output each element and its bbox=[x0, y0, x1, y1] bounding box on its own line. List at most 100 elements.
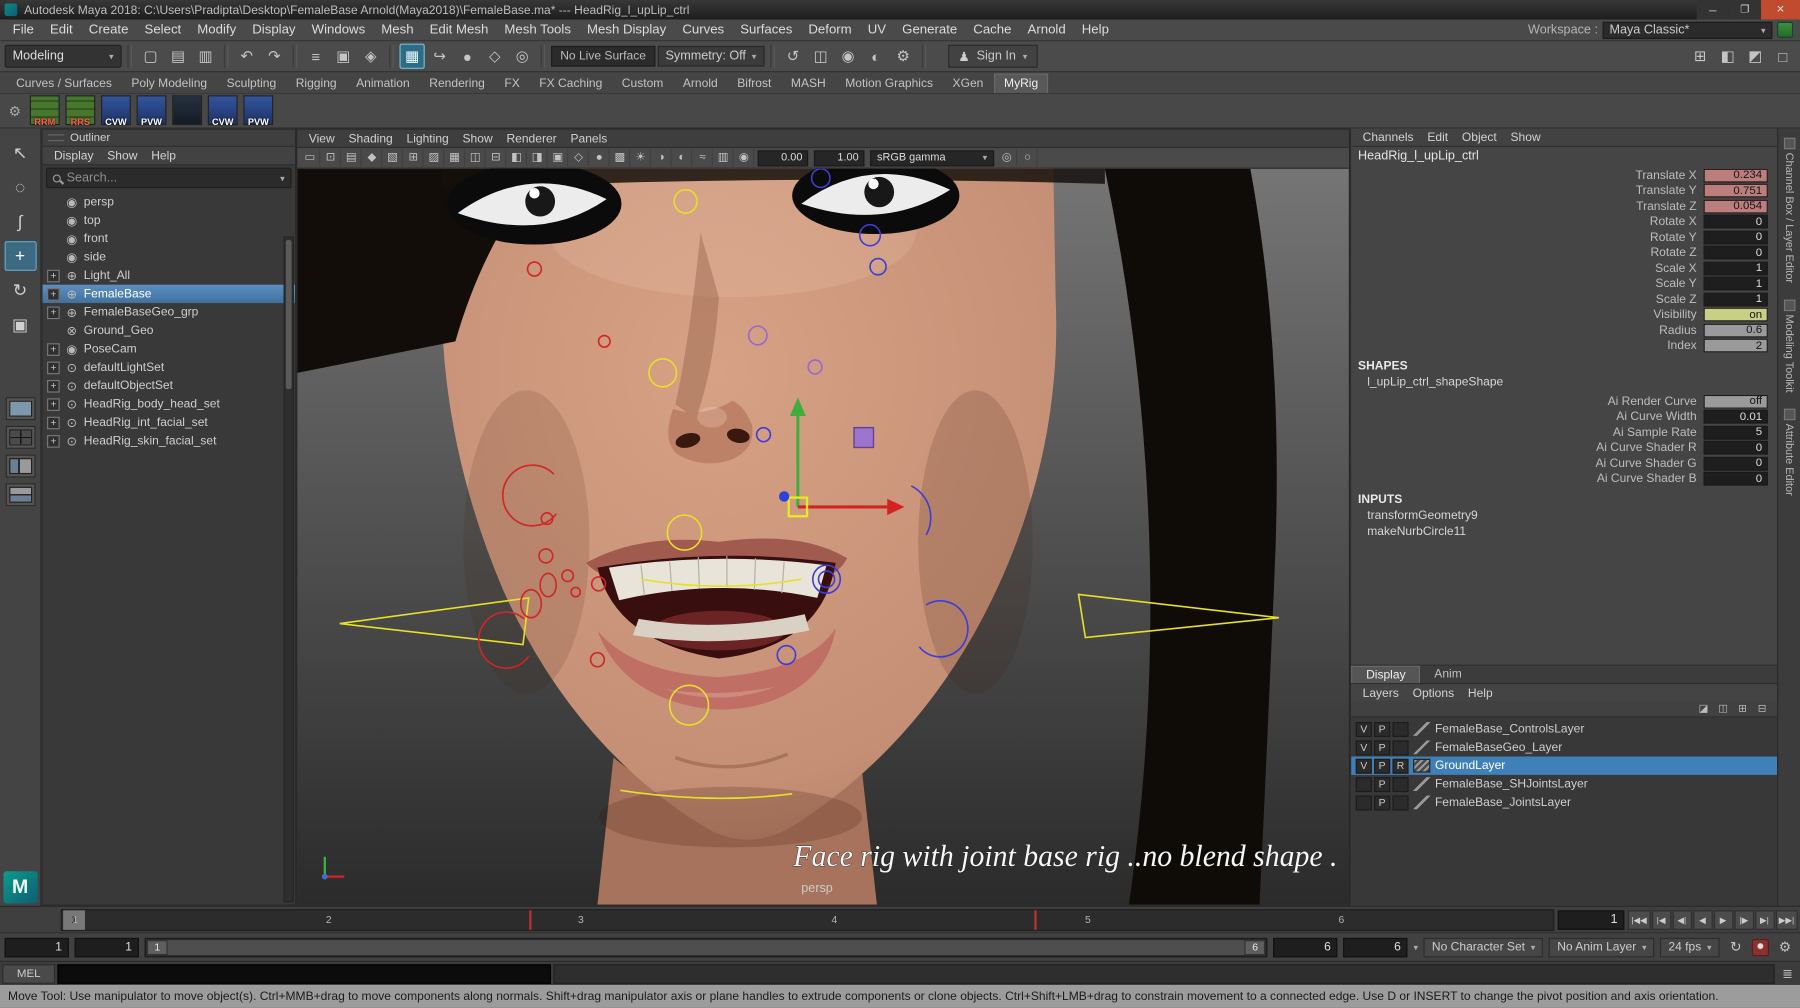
channel-box-menu-item[interactable]: Channels bbox=[1356, 130, 1421, 144]
playback-options-caret[interactable]: ▾ bbox=[1414, 942, 1419, 952]
bookmarks-icon[interactable]: ◆ bbox=[363, 149, 383, 167]
outliner-search-field[interactable]: Search... ▾ bbox=[45, 167, 292, 189]
channel-value-field[interactable]: 1 bbox=[1703, 276, 1768, 291]
auto-keyframe-icon[interactable] bbox=[1751, 938, 1770, 956]
side-panel-tab[interactable]: Attribute Editor bbox=[1783, 408, 1795, 495]
snap-to-point-icon[interactable]: ● bbox=[455, 44, 480, 69]
construction-history-icon[interactable]: ↺ bbox=[780, 44, 805, 69]
side-panel-tab[interactable]: Modeling Toolkit bbox=[1783, 299, 1795, 392]
open-render-view-icon[interactable]: ◫ bbox=[808, 44, 833, 69]
expand-icon[interactable]: + bbox=[47, 434, 60, 448]
film-gate-icon[interactable]: ◫ bbox=[466, 149, 486, 167]
expand-icon[interactable] bbox=[47, 214, 60, 227]
undo-icon[interactable]: ↶ bbox=[234, 44, 259, 69]
lock-camera-icon[interactable]: ⊡ bbox=[321, 149, 341, 167]
shelf-item-rrm[interactable]: RRM bbox=[29, 94, 61, 127]
shelf-item-pvw-1[interactable]: PVW bbox=[135, 94, 167, 127]
go-to-start-button[interactable]: |◀◀ bbox=[1627, 909, 1651, 930]
layer-playback-toggle[interactable]: P bbox=[1374, 776, 1391, 792]
toggle-viewcube-icon[interactable]: ◩ bbox=[1743, 44, 1768, 69]
step-forward-frame-button[interactable]: ▶| bbox=[1754, 909, 1775, 930]
outliner-item[interactable]: + ⊕ Light_All bbox=[42, 266, 295, 284]
channel-value-field[interactable]: 0 bbox=[1703, 214, 1768, 229]
grid-icon[interactable]: ▦ bbox=[445, 149, 465, 167]
menu-item[interactable]: Arnold bbox=[1019, 19, 1073, 41]
layer-editor-menu-item[interactable]: Layers bbox=[1356, 686, 1406, 700]
snap-to-grid-icon[interactable]: ▦ bbox=[399, 43, 425, 69]
layer-move-icon[interactable]: ◪ bbox=[1696, 702, 1712, 716]
safe-action-icon[interactable]: ◨ bbox=[528, 149, 548, 167]
shape-node-name[interactable]: l_upLip_ctrl_shapeShape bbox=[1351, 374, 1777, 390]
shelf-item-cvw-2[interactable]: CVW bbox=[207, 94, 239, 127]
shelf-tab[interactable]: Arnold bbox=[674, 75, 727, 93]
channel-value-field[interactable]: 0.6 bbox=[1703, 323, 1768, 338]
gamma-field[interactable]: 1.00 bbox=[813, 149, 865, 166]
layer-color-chip[interactable] bbox=[1413, 740, 1431, 755]
layer-row[interactable]: V P R GroundLayer bbox=[1351, 756, 1778, 775]
wireframe-icon[interactable]: ◇ bbox=[569, 149, 589, 167]
lasso-select-tool[interactable]: ◌ bbox=[4, 172, 36, 202]
outliner-item[interactable]: + ⊙ HeadRig_int_facial_set bbox=[42, 413, 295, 431]
layer-color-chip[interactable] bbox=[1413, 758, 1431, 773]
shelf-item-rrs[interactable]: RRS bbox=[64, 94, 96, 127]
expand-icon[interactable]: + bbox=[47, 416, 60, 429]
menu-item[interactable]: Cache bbox=[965, 19, 1019, 41]
layer-editor-tab[interactable]: Anim bbox=[1421, 666, 1476, 683]
safe-title-icon[interactable]: ▣ bbox=[549, 149, 569, 167]
scale-tool[interactable]: ▣ bbox=[4, 310, 36, 340]
shelf-tab[interactable]: FX bbox=[495, 75, 529, 93]
keyframe-tick[interactable] bbox=[528, 909, 532, 930]
motion-blur-icon[interactable]: ≈ bbox=[693, 149, 713, 167]
expand-icon[interactable]: + bbox=[47, 342, 60, 356]
layer-display-type-toggle[interactable]: R bbox=[1392, 758, 1409, 774]
channel-value-field[interactable]: 0 bbox=[1703, 230, 1768, 245]
menu-item[interactable]: Curves bbox=[674, 19, 732, 41]
channel-value-field[interactable]: 0 bbox=[1703, 472, 1768, 486]
expand-icon[interactable]: + bbox=[47, 269, 60, 282]
animation-end-field[interactable]: 6 bbox=[1343, 937, 1408, 957]
viewport-menu-item[interactable]: View bbox=[302, 131, 342, 145]
expand-icon[interactable]: + bbox=[47, 361, 60, 374]
menu-item[interactable]: Help bbox=[1074, 19, 1117, 41]
channel-value-field[interactable]: 0.01 bbox=[1703, 410, 1768, 424]
shelf-tab[interactable]: Sculpting bbox=[217, 75, 285, 93]
outliner-item[interactable]: ◉ side bbox=[42, 248, 295, 266]
toggle-grid-icon[interactable]: ⊞ bbox=[1687, 44, 1712, 69]
2d-pan-zoom-icon[interactable]: ⊞ bbox=[404, 149, 424, 167]
menu-item[interactable]: File bbox=[5, 19, 42, 41]
layer-editor-tab[interactable]: Display bbox=[1351, 665, 1421, 684]
purple-control-square[interactable] bbox=[853, 426, 875, 449]
viewport-3d-scene[interactable]: Face rig with joint base rig ..no blend … bbox=[297, 168, 1349, 905]
select-by-hierarchy-icon[interactable]: ≡ bbox=[303, 44, 328, 69]
redo-icon[interactable]: ↷ bbox=[262, 44, 287, 69]
outliner-item[interactable]: ◉ front bbox=[42, 230, 295, 248]
shelf-tab[interactable]: Animation bbox=[347, 75, 419, 93]
oversampling-icon[interactable]: ▨ bbox=[425, 149, 445, 167]
side-panel-tab[interactable]: Channel Box / Layer Editor bbox=[1783, 137, 1795, 283]
toggle-panel-layout-icon[interactable]: ◧ bbox=[1715, 44, 1740, 69]
range-end-handle[interactable]: 6 bbox=[1244, 939, 1266, 955]
step-forward-key-button[interactable]: |▶ bbox=[1734, 909, 1754, 930]
screen-space-ao-icon[interactable]: ◐ bbox=[673, 149, 693, 167]
shelf-tab[interactable]: Motion Graphics bbox=[836, 75, 942, 93]
viewport-menu-item[interactable]: Shading bbox=[342, 131, 400, 145]
step-back-frame-button[interactable]: |◀ bbox=[1651, 909, 1671, 930]
play-backwards-button[interactable]: ◀ bbox=[1692, 909, 1713, 930]
live-surface-field[interactable]: No Live Surface bbox=[551, 45, 656, 67]
layout-single-pane-button[interactable] bbox=[5, 397, 36, 421]
separator[interactable] bbox=[540, 44, 546, 68]
channel-value-field[interactable]: 1 bbox=[1703, 261, 1768, 276]
move-tool[interactable]: + bbox=[4, 241, 37, 271]
textured-icon[interactable]: ▩ bbox=[611, 149, 631, 167]
layer-display-type-toggle[interactable] bbox=[1392, 794, 1409, 810]
channel-box-menu-item[interactable]: Edit bbox=[1420, 130, 1455, 144]
outliner-title-bar[interactable]: Outliner bbox=[42, 129, 296, 147]
command-line-input[interactable] bbox=[57, 963, 552, 984]
minimize-button[interactable]: ─ bbox=[1696, 0, 1729, 20]
layer-row[interactable]: P FemaleBase_SHJointsLayer bbox=[1351, 775, 1777, 793]
input-node[interactable]: makeNurbCircle11 bbox=[1351, 523, 1777, 539]
use-all-lights-icon[interactable]: ☀ bbox=[631, 149, 651, 167]
gate-mask-icon[interactable]: ◧ bbox=[507, 149, 527, 167]
shelf-menu-gear-icon[interactable]: ⚙ bbox=[5, 96, 26, 126]
layer-color-chip[interactable] bbox=[1413, 722, 1431, 736]
